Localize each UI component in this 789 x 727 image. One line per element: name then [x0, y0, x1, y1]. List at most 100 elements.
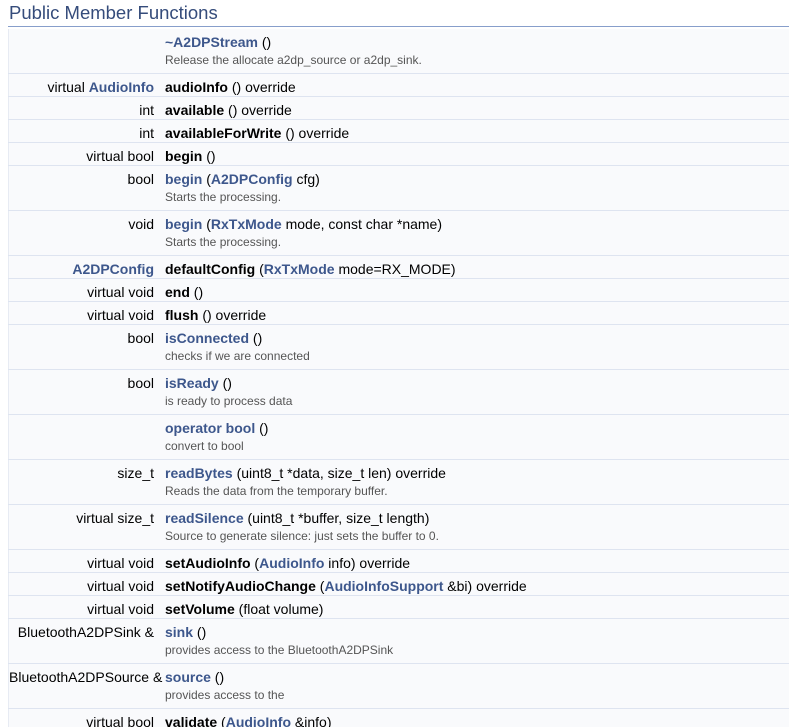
member-description: checks if we are connected	[165, 349, 310, 363]
member-row: virtual void end ()	[8, 278, 789, 302]
member-signature: readBytes (uint8_t *data, size_t len) ov…	[164, 459, 789, 482]
member-name-link[interactable]: begin	[165, 216, 202, 232]
return-type-text: virtual bool	[86, 148, 154, 164]
return-type-text: virtual void	[87, 284, 154, 300]
return-type-text: bool	[127, 375, 154, 391]
signature-text: () override	[198, 307, 267, 323]
member-functions-body: ~A2DPStream () Release the allocate a2dp_…	[8, 29, 789, 727]
description-spacer	[9, 437, 165, 460]
member-name-link[interactable]: source	[165, 669, 211, 685]
param-type-link[interactable]: AudioInfo	[259, 555, 324, 571]
member-description: Source to generate silence: just sets th…	[165, 529, 439, 543]
member-row: bool isConnected ()	[8, 324, 789, 347]
member-return-type: bool	[8, 369, 164, 392]
signature-text: (uint8_t *data, size_t len) override	[232, 465, 446, 481]
member-description-row: is ready to process data	[9, 392, 789, 415]
param-type-link[interactable]: RxTxMode	[264, 261, 335, 277]
param-type-link[interactable]: A2DPConfig	[211, 171, 293, 187]
section-title: Public Member Functions	[9, 2, 218, 23]
description-spacer	[9, 641, 165, 664]
member-return-type: bool	[8, 324, 164, 347]
member-description: provides access to the BluetoothA2DPSink	[165, 643, 394, 657]
param-type-link[interactable]: AudioInfo	[226, 714, 291, 727]
member-return-type: bool	[8, 165, 164, 188]
member-signature: audioInfo () override	[164, 73, 789, 97]
member-row: virtual void setNotifyAudioChange (AudioI…	[8, 572, 789, 596]
return-type-text: bool	[127, 330, 154, 346]
member-return-type: BluetoothA2DPSink &	[8, 618, 164, 641]
member-return-type: BluetoothA2DPSource &	[8, 663, 164, 686]
member-signature: setNotifyAudioChange (AudioInfoSupport &…	[164, 572, 789, 596]
member-description-row: provides access to the	[9, 686, 789, 709]
member-row: BluetoothA2DPSink & sink ()	[8, 618, 789, 641]
member-name: defaultConfig	[165, 261, 256, 277]
member-name-link[interactable]: begin	[165, 171, 202, 187]
member-signature: begin ()	[164, 142, 789, 166]
return-type-text: int	[139, 125, 154, 141]
member-signature: validate (AudioInfo &info)	[164, 708, 789, 727]
member-row: int availableForWrite () override	[8, 119, 789, 143]
member-row: ~A2DPStream ()	[9, 29, 789, 51]
member-signature: isReady ()	[164, 369, 789, 392]
description-spacer	[9, 527, 165, 550]
return-type-text: int	[139, 102, 154, 118]
member-name: flush	[165, 307, 199, 323]
member-row: virtual void setVolume (float volume)	[8, 595, 789, 619]
member-return-type: int	[8, 119, 164, 143]
description-spacer	[9, 392, 165, 415]
member-description: Starts the processing.	[165, 235, 282, 249]
return-type-link[interactable]: A2DPConfig	[72, 261, 154, 277]
signature-text: ()	[189, 284, 204, 300]
return-type-text: virtual void	[87, 555, 154, 571]
description-spacer	[9, 233, 165, 256]
member-signature: end ()	[164, 278, 789, 302]
member-description-row: Starts the processing.	[9, 188, 789, 211]
member-name-link[interactable]: operator bool	[165, 420, 255, 436]
return-type-link[interactable]: AudioInfo	[89, 79, 154, 95]
member-name: end	[165, 284, 190, 300]
member-name-link[interactable]: isReady	[165, 375, 219, 391]
return-type-text: BluetoothA2DPSource &	[9, 669, 163, 685]
member-signature: source ()	[164, 663, 789, 686]
member-row: virtual bool validate (AudioInfo &info)	[8, 708, 789, 727]
return-type-text: virtual void	[87, 578, 154, 594]
signature-text: cfg)	[292, 171, 320, 187]
signature-text: (	[250, 555, 260, 571]
member-name: availableForWrite	[165, 125, 282, 141]
member-description: provides access to the	[165, 688, 285, 702]
member-signature: available () override	[164, 96, 789, 120]
member-return-type: virtual void	[8, 572, 164, 596]
description-spacer	[9, 51, 165, 74]
param-type-link[interactable]: AudioInfoSupport	[324, 578, 443, 594]
member-return-type: virtual bool	[8, 708, 164, 727]
member-name-link[interactable]: readSilence	[165, 510, 244, 526]
signature-text: mode=RX_MODE)	[334, 261, 456, 277]
return-type-text: virtual void	[87, 307, 154, 323]
member-row: void begin (RxTxMode mode, const char *na…	[8, 210, 789, 233]
signature-text: ()	[249, 330, 263, 346]
member-name: available	[165, 102, 225, 118]
member-description: Starts the processing.	[165, 190, 282, 204]
member-name-link[interactable]: sink	[165, 624, 193, 640]
signature-text: ()	[193, 624, 207, 640]
description-spacer	[9, 686, 165, 709]
member-return-type: size_t	[8, 459, 164, 482]
member-signature: begin (A2DPConfig cfg)	[164, 165, 789, 188]
signature-text: info) override	[324, 555, 411, 571]
member-name-link[interactable]: isConnected	[165, 330, 249, 346]
member-signature: availableForWrite () override	[164, 119, 789, 143]
member-return-type: virtual void	[8, 301, 164, 325]
signature-text: (	[255, 261, 264, 277]
signature-text: ()	[258, 34, 272, 50]
member-name-link[interactable]: ~A2DPStream	[165, 34, 258, 50]
signature-text: () override	[281, 125, 350, 141]
return-type-text: bool	[127, 171, 154, 187]
member-return-type: virtual size_t	[8, 504, 164, 527]
member-return-type: virtual AudioInfo	[8, 73, 164, 97]
member-description-row: convert to bool	[9, 437, 789, 460]
signature-text: (	[202, 171, 211, 187]
member-name: begin	[165, 148, 203, 164]
member-name-link[interactable]: readBytes	[165, 465, 233, 481]
member-signature: sink ()	[164, 618, 789, 641]
param-type-link[interactable]: RxTxMode	[211, 216, 282, 232]
